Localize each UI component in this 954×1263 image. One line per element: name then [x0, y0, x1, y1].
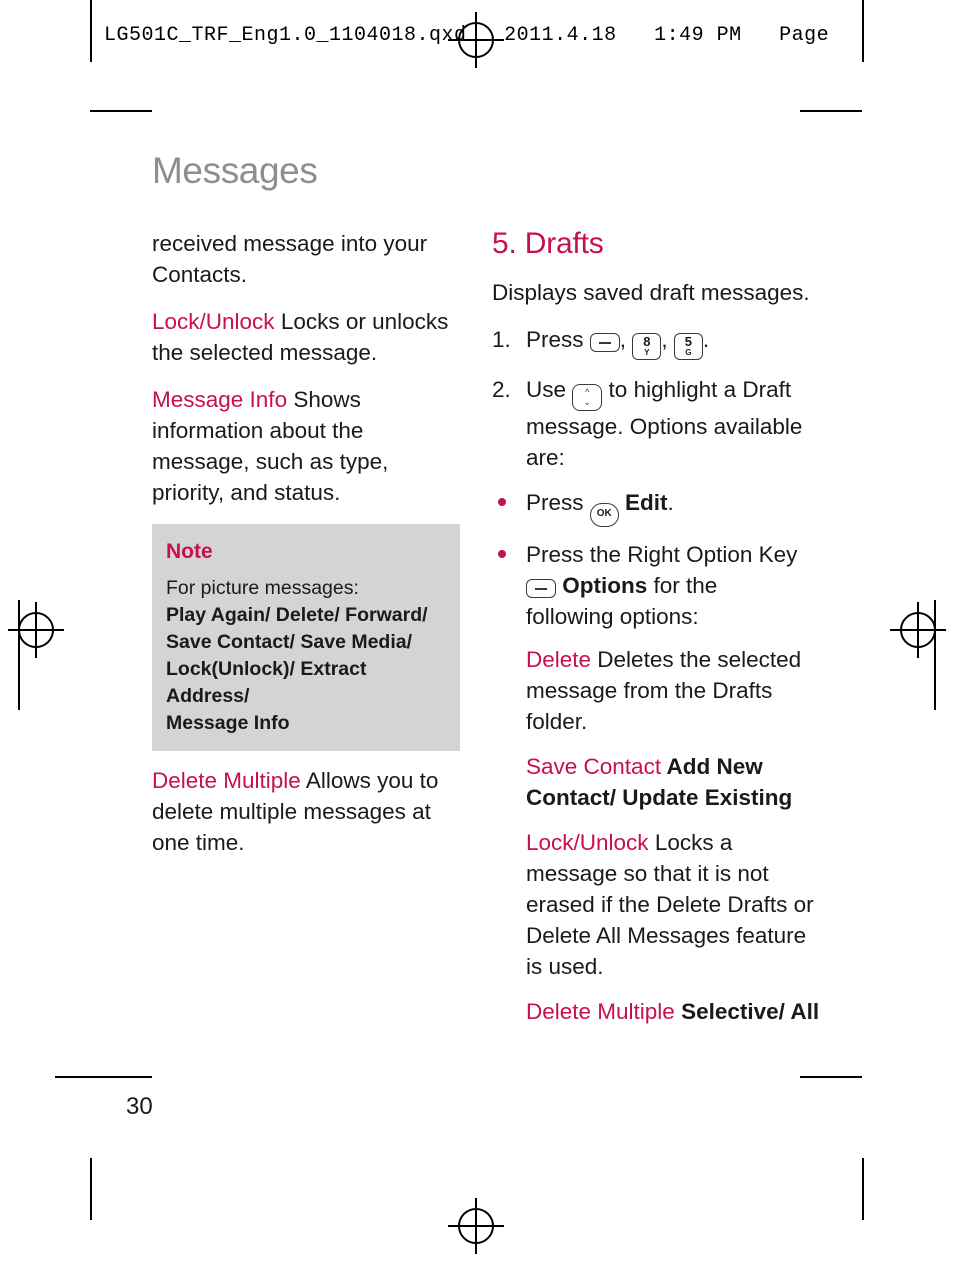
keyword-save-contact: Save Contact — [526, 754, 662, 779]
note-intro: For picture messages: — [166, 577, 359, 599]
note-line-3: Lock(Unlock)/ Extract Address/ — [166, 658, 367, 707]
step-1-separator-1: , — [619, 327, 627, 352]
keyword-delete-multiple: Delete Multiple — [152, 768, 301, 793]
key-8-digit: 8 — [643, 334, 651, 349]
option-lock-unlock: Lock/Unlock Locks a message so that it i… — [492, 827, 822, 982]
option-delete: Delete Deletes the selected message from… — [492, 644, 822, 737]
bullet-dot-icon — [498, 498, 506, 506]
bullet-dot-icon — [498, 550, 506, 558]
bullet-right-option-line1: Press the Right Option Key — [526, 542, 798, 567]
ok-key-icon: OK — [589, 503, 619, 527]
paragraph-drafts-intro: Displays saved draft messages. — [492, 277, 822, 308]
key-5-g-icon: 5G — [673, 333, 703, 360]
paragraph-received-message: received message into your Contacts. — [152, 228, 460, 290]
bullet-press-edit-before: Press — [526, 490, 584, 515]
bullet-press-edit-after: . — [667, 490, 674, 515]
paragraph-lock-unlock: Lock/Unlock Locks or unlocks the selecte… — [152, 306, 460, 368]
step-1-text-after: . — [702, 327, 710, 352]
option-save-contact: Save Contact Add New Contact/ Update Exi… — [492, 751, 822, 813]
keyword-message-info: Message Info — [152, 387, 288, 412]
key-5-letter: G — [685, 348, 692, 357]
page-number: 30 — [126, 1093, 153, 1120]
step-2: 2. Use ^ ⌄ to highlight a Draft message. … — [492, 374, 822, 473]
keyword-lock-unlock-option: Lock/Unlock — [526, 830, 649, 855]
paragraph-drafts-intro-text: Displays saved draft messages. — [492, 280, 810, 305]
note-line-2: Save Contact/ Save Media/ — [166, 631, 413, 653]
key-8-letter: Y — [644, 348, 650, 357]
soft-key-icon — [526, 579, 556, 598]
soft-key-icon — [589, 333, 620, 352]
note-title: Note — [166, 540, 213, 563]
keyword-delete: Delete — [526, 647, 592, 672]
navigation-key-icon: ^ ⌄ — [572, 384, 603, 411]
bullet-right-option-line3: following options: — [526, 604, 699, 629]
nav-down-arrow-icon: ⌄ — [583, 397, 592, 407]
key-8-y-icon: 8Y — [632, 333, 662, 360]
step-2-number: 2. — [492, 377, 511, 402]
paragraph-received-message-text: received message into your Contacts. — [152, 231, 428, 287]
step-1-separator-2: , — [661, 327, 668, 352]
manual-page: Messages received message into your Cont… — [0, 0, 954, 1263]
nav-up-arrow-icon: ^ — [585, 387, 590, 397]
note-line-1: Play Again/ Delete/ Forward/ — [166, 604, 428, 626]
page-title: Messages — [152, 150, 318, 191]
bullet-press-edit: Press OK Edit. — [492, 487, 822, 527]
note-box: Note For picture messages: Play Again/ D… — [152, 524, 460, 751]
keyword-delete-multiple-option: Delete Multiple — [526, 999, 675, 1024]
step-2-text-after: to highlight a Draft message. Options av… — [526, 377, 803, 470]
paragraph-message-info: Message Info Shows information about the… — [152, 384, 460, 508]
step-2-text-before: Use — [526, 377, 567, 402]
bullet-press-edit-bold: Edit — [625, 490, 668, 515]
option-delete-multiple: Delete Multiple Selective/ All — [492, 996, 822, 1027]
right-column: 5. Drafts Displays saved draft messages.… — [492, 228, 822, 1041]
note-line-4: Message Info — [166, 712, 290, 734]
key-5-digit: 5 — [684, 334, 692, 349]
bullet-right-option-rest: for the — [647, 573, 718, 598]
bullet-right-option-bold: Options — [562, 573, 648, 598]
section-heading-drafts: 5. Drafts — [492, 227, 604, 260]
keyword-lock-unlock: Lock/Unlock — [152, 309, 275, 334]
step-1: 1. Press , 8Y, 5G. — [492, 324, 822, 360]
bullet-right-option-key: Press the Right Option Key Options for t… — [492, 539, 822, 632]
step-1-number: 1. — [492, 327, 511, 352]
paragraph-delete-multiple: Delete Multiple Allows you to delete mul… — [152, 765, 460, 858]
step-1-text-before: Press — [526, 327, 584, 352]
left-column: received message into your Contacts. Loc… — [152, 228, 460, 874]
option-delete-multiple-text: Selective/ All — [674, 999, 820, 1024]
